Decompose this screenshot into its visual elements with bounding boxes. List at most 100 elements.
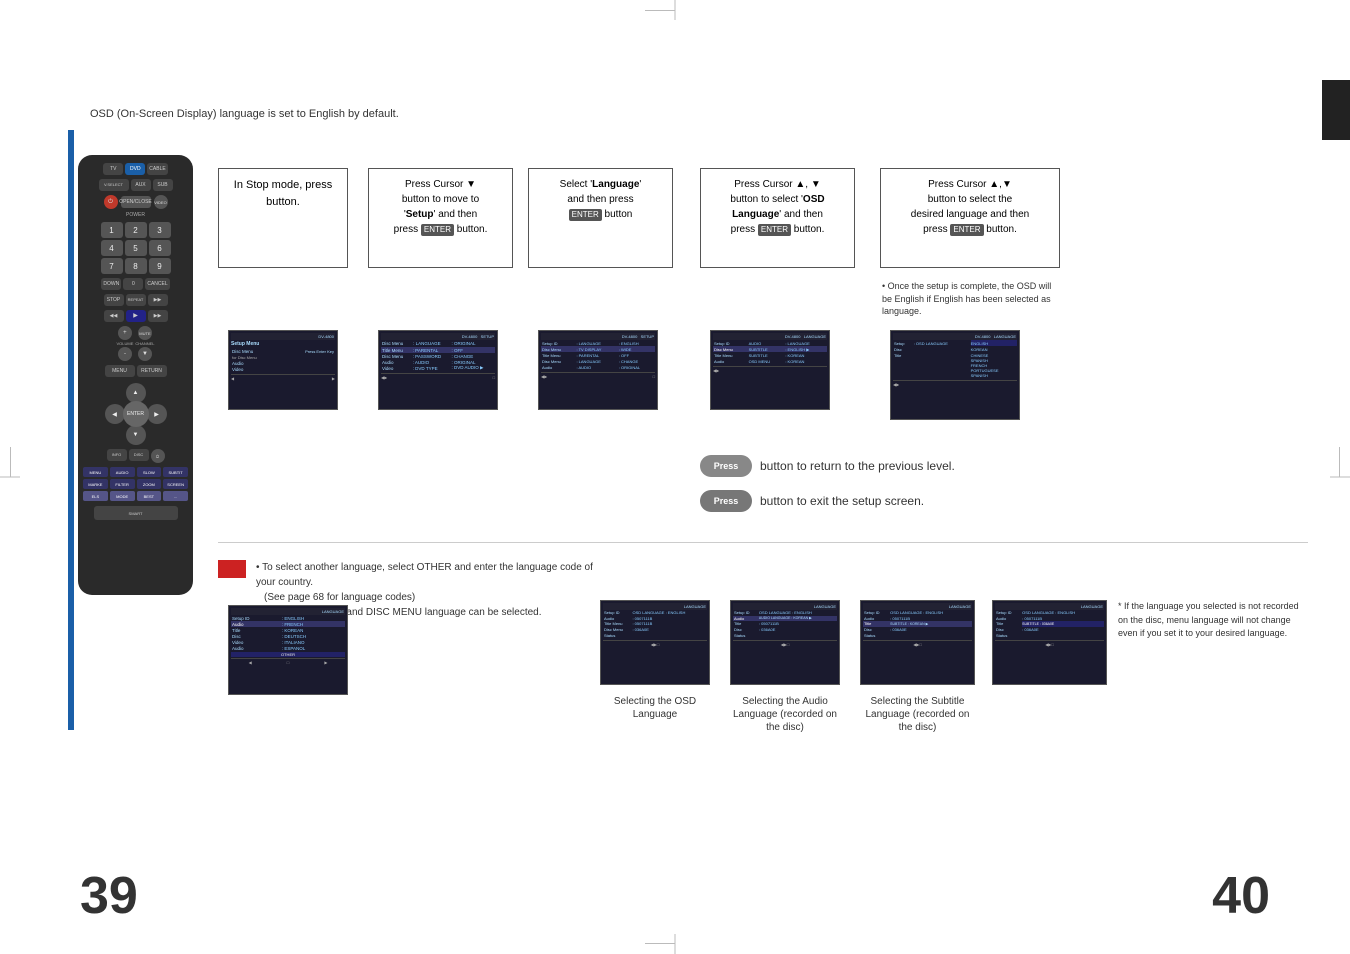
remote-power-row: ⏻ OPEN/CLOSE VIDEO [104, 195, 168, 209]
step1-text: In Stop mode, press button. [227, 177, 339, 210]
return-nav-btn: Press [700, 455, 752, 477]
page: OSD (On-Screen Display) language is set … [0, 0, 1350, 954]
disc-btn: DISC [129, 449, 149, 461]
bottom-screen-lang: LANGUAGE Setup ID: ENGLISH Audio: FRENCH… [228, 605, 348, 695]
stop-btn: STOP [104, 294, 124, 306]
power-btn: ⏻ [104, 195, 118, 209]
dpad-left: ◀ [105, 404, 125, 424]
remote-top-row: TV DVD CABLE [103, 163, 167, 175]
open-close-btn: OPEN/CLOSE [121, 196, 151, 208]
btn-mode: MODE [110, 491, 135, 501]
remote-numpad: 1 2 3 4 5 6 7 8 9 [101, 222, 171, 274]
remote-control: TV DVD CABLE V.SELECT AUX SUB ⏻ OPEN/CLO… [78, 155, 193, 595]
num-9: 9 [149, 258, 171, 274]
return-line: Press button to return to the previous l… [700, 455, 1260, 477]
top-crosshair-h [645, 10, 675, 11]
remote-bottom-grid: MENU AUDIO SLOW SUBTIT MARKE FILTER ZOOM… [83, 467, 188, 501]
step5-text: Press Cursor ▲,▼button to select thedesi… [889, 177, 1051, 237]
bottom-note2: (See page 68 for language codes) [256, 590, 596, 605]
step1-box: In Stop mode, press button. [218, 168, 348, 268]
step1-screen: DV-4800 Setup Menu Disc MenuPress Enter … [228, 330, 338, 410]
step3-screen: DV-4800 SETUP Setup ID: LANGUAGE: ENGLIS… [538, 330, 658, 410]
exit-line: Press button to exit the setup screen. [700, 490, 1260, 512]
return-btn: RETURN [137, 365, 167, 377]
dpad-center-enter: ENTER [123, 401, 149, 427]
step5-screen: DV-4800 LANGUAGE Setup: OSD LANGUAGEENGL… [890, 330, 1020, 420]
exit-text: button to exit the setup screen. [760, 494, 924, 508]
right-tab [1322, 80, 1350, 140]
num-6: 6 [149, 240, 171, 256]
next-btn: ▶▶ [148, 294, 168, 306]
label-osd: Selecting the OSD Language [600, 695, 710, 721]
sub-btn: SUB [153, 179, 173, 191]
right-crosshair-h [1330, 477, 1350, 478]
btn-menu: MENU [83, 467, 108, 477]
btn-els: ELS [83, 491, 108, 501]
btn-screen: SCREEN [163, 479, 188, 489]
down-btn: DOWN [101, 278, 121, 290]
video-btn: VIDEO [154, 195, 168, 209]
ch-down: ▼ [138, 347, 152, 361]
return-text: button to return to the previous level. [760, 459, 955, 473]
bottom-screen-4: LANGUAGE Setup IDOSD LANGUAGE : ENGLISH … [992, 600, 1107, 685]
remote-source-row: V.SELECT AUX SUB [99, 179, 173, 191]
ch-control: MUTE CHANNEL ▼ [135, 326, 154, 361]
tv-btn: TV [103, 163, 123, 175]
transport-row: STOP REPEAT ▶▶ [104, 294, 168, 306]
vol-up: + [118, 326, 132, 340]
bottom-screen-subtitle: LANGUAGE Setup IDOSD LANGUAGE : ENGLISH … [860, 600, 975, 685]
vol-down: - [118, 347, 132, 361]
step4-text: Press Cursor ▲, ▼button to select 'OSDLa… [709, 177, 846, 237]
cable-btn: CABLE [147, 163, 167, 175]
aux-circle-btn: ⏻ [151, 449, 165, 463]
num-7: 7 [101, 258, 123, 274]
vol-control: + VOLUME - [116, 326, 133, 361]
step3-text: Select 'Language'and then pressENTER but… [537, 177, 664, 222]
bottom-crosshair-v [675, 934, 676, 954]
power-label: POWER [126, 212, 145, 218]
step4-box: Press Cursor ▲, ▼button to select 'OSDLa… [700, 168, 855, 268]
num-1: 1 [101, 222, 123, 238]
right-crosshair-v [1339, 447, 1340, 477]
num-3: 3 [149, 222, 171, 238]
left-accent-bar [68, 130, 74, 730]
btn-slow: SLOW [137, 467, 162, 477]
bottom-right-note: * If the language you selected is not re… [1118, 600, 1303, 641]
num-4: 4 [101, 240, 123, 256]
vol-row: + VOLUME - MUTE CHANNEL ▼ [116, 326, 154, 361]
bottom-screen-audio: LANGUAGE Setup IDOSD LANGUAGE : ENGLISH … [730, 600, 840, 685]
num-5: 5 [125, 240, 147, 256]
v-select-btn: V.SELECT [99, 179, 129, 191]
cancel-btn: CANCEL [145, 278, 169, 290]
remote-down-row: DOWN 0 CANCEL [101, 278, 169, 290]
btn-best: BEST [137, 491, 162, 501]
page-number-right: 40 [1212, 866, 1270, 926]
mute-btn: MUTE [138, 326, 152, 340]
dpad-down: ▼ [126, 425, 146, 445]
dpad-right: ▶ [147, 404, 167, 424]
page-number-left: 39 [80, 866, 138, 926]
exit-nav-btn: Press [700, 490, 752, 512]
step2-screen: DV-4800 SETUP Disc Menu: LANGUAGE: ORIGI… [378, 330, 498, 410]
btn-filter: FILTER [110, 479, 135, 489]
step5-note: • Once the setup is complete, the OSD wi… [882, 280, 1057, 318]
dvd-btn: DVD [125, 163, 145, 175]
btn-subtitle: SUBTIT [163, 467, 188, 477]
aux-btn: AUX [131, 179, 151, 191]
ch-label: CHANNEL [135, 341, 154, 346]
transport-row2: ◀◀ ▶ ▶▶ [104, 310, 168, 322]
step5-box: Press Cursor ▲,▼button to select thedesi… [880, 168, 1060, 268]
dpad: ▲ ▼ ◀ ▶ ENTER [105, 383, 167, 445]
step2-box: Press Cursor ▼button to move to'Setup' a… [368, 168, 513, 268]
btn-marker: MARKE [83, 479, 108, 489]
btn-extra: ... [163, 491, 188, 501]
step2-text: Press Cursor ▼button to move to'Setup' a… [377, 177, 504, 237]
bottom-screen-osd: LANGUAGE Setup IDOSD LANGUAGE : ENGLISH … [600, 600, 710, 685]
label-audio: Selecting the Audio Language (recorded o… [730, 695, 840, 734]
info-row: INFO DISC ⏻ [107, 449, 165, 463]
menu-row: MENU RETURN [105, 365, 167, 377]
num-2: 2 [125, 222, 147, 238]
fwd-btn: ▶▶ [148, 310, 168, 322]
btn-zoom: ZOOM [137, 479, 162, 489]
num-8: 8 [125, 258, 147, 274]
